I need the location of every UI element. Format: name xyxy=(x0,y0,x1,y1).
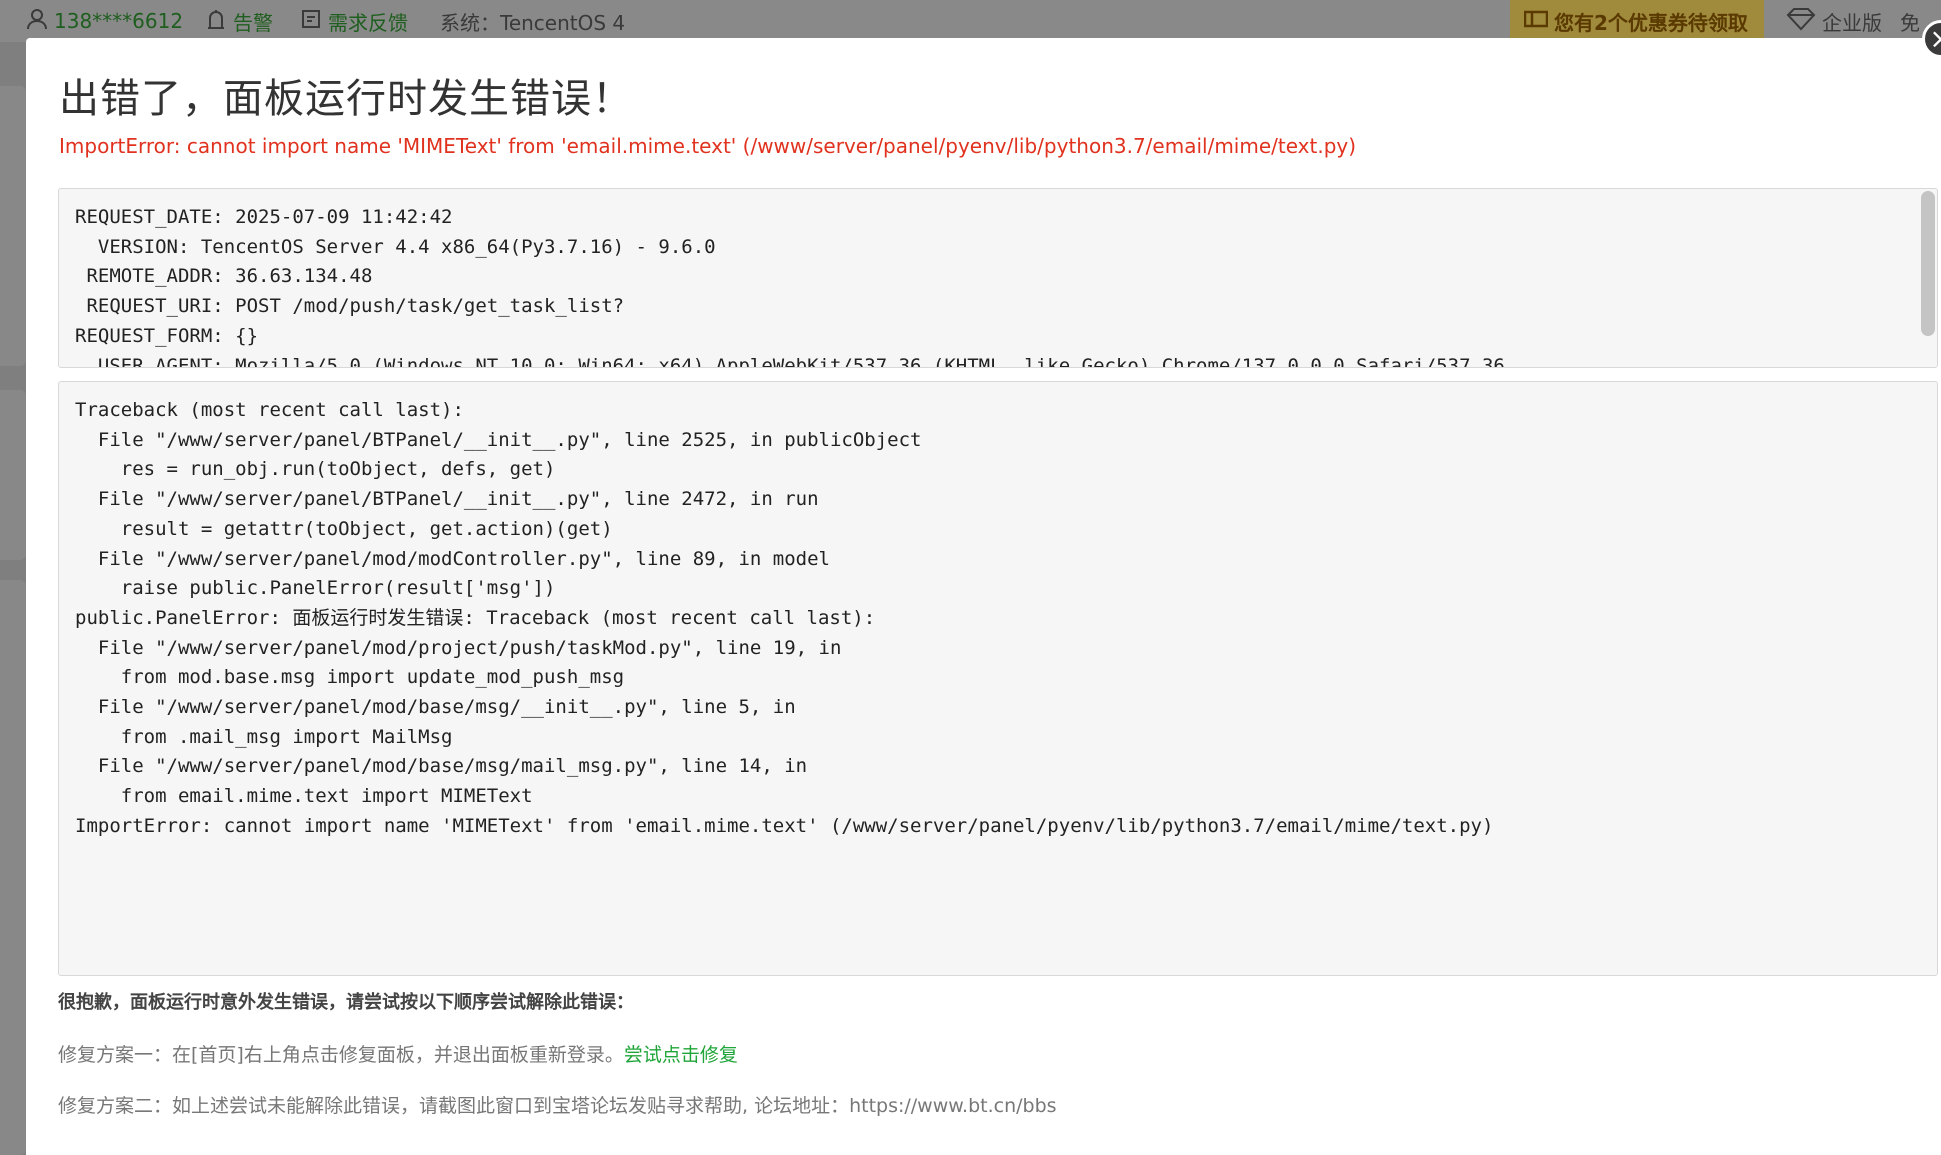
background-panel xyxy=(0,580,26,1155)
user-icon xyxy=(26,8,48,35)
error-dialog: 出错了，面板运行时发生错误！ ImportError: cannot impor… xyxy=(26,38,1941,1155)
feedback-link[interactable]: 需求反馈 xyxy=(300,0,408,42)
alarm-label: 告警 xyxy=(233,10,273,35)
background-panel xyxy=(0,390,26,560)
free-label: 免 xyxy=(1900,10,1920,35)
coupon-label: 您有2个优惠券待领取 xyxy=(1554,10,1748,35)
feedback-icon xyxy=(300,8,322,35)
help-heading: 很抱歉，面板运行时意外发生错误，请尝试按以下顺序尝试解除此错误： xyxy=(58,992,634,1013)
system-info: 系统：TencentOS 4 xyxy=(440,10,626,35)
top-bar: 138****6612 告警 需求反馈 系统：TencentOS 4 您有2个优… xyxy=(0,0,1941,42)
fix-option-one-text: 修复方案一：在[首页]右上角点击修复面板，并退出面板重新登录。 xyxy=(58,1044,624,1066)
enterprise-link[interactable]: 企业版 xyxy=(1786,0,1882,42)
coupon-banner[interactable]: 您有2个优惠券待领取 xyxy=(1510,0,1764,42)
feedback-label: 需求反馈 xyxy=(328,10,408,35)
request-info-scrollbar[interactable] xyxy=(1921,191,1935,336)
fix-option-one: 修复方案一：在[首页]右上角点击修复面板，并退出面板重新登录。尝试点击修复 xyxy=(58,1040,738,1067)
fix-option-two: 修复方案二：如上述尝试未能解除此错误，请截图此窗口到宝塔论坛发贴寻求帮助, 论坛… xyxy=(58,1095,1057,1117)
traceback-text: Traceback (most recent call last): File … xyxy=(75,399,1494,837)
alarm-icon xyxy=(205,8,227,35)
request-info-box[interactable]: REQUEST_DATE: 2025-07-09 11:42:42 VERSIO… xyxy=(58,188,1938,368)
enterprise-label: 企业版 xyxy=(1822,10,1882,35)
coupon-icon xyxy=(1523,9,1549,34)
traceback-box[interactable]: Traceback (most recent call last): File … xyxy=(58,381,1938,976)
try-repair-link[interactable]: 尝试点击修复 xyxy=(624,1044,738,1066)
user-phone: 138****6612 xyxy=(54,9,184,33)
error-summary: ImportError: cannot import name 'MIMETex… xyxy=(59,134,1357,158)
alarm-link[interactable]: 告警 xyxy=(205,0,273,42)
background-panel xyxy=(0,86,26,366)
request-info-text: REQUEST_DATE: 2025-07-09 11:42:42 VERSIO… xyxy=(75,206,1505,368)
close-icon: × xyxy=(1929,25,1941,53)
dialog-title: 出错了，面板运行时发生错误！ xyxy=(59,76,633,122)
user-account-link[interactable]: 138****6612 xyxy=(26,0,183,42)
diamond-icon xyxy=(1786,7,1816,36)
